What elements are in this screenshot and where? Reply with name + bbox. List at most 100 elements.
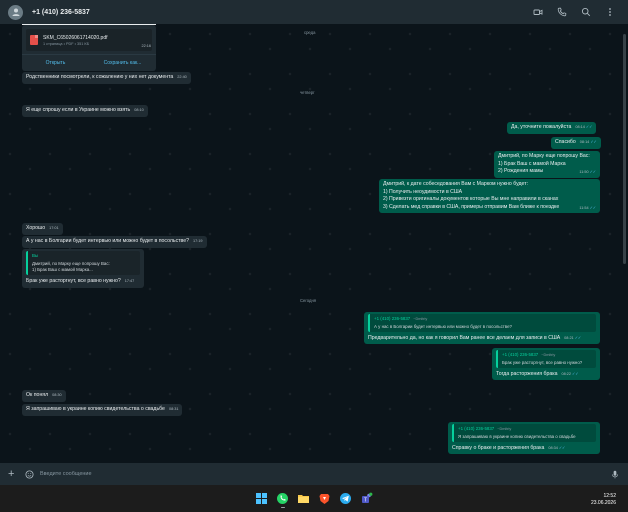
quote-text: 1) Брак Ваш с мамой Марка...	[32, 266, 93, 272]
microphone-icon[interactable]	[610, 469, 620, 479]
svg-text:T: T	[364, 498, 367, 504]
quote-sender: +1 (410) 236-5837	[502, 352, 539, 357]
message-text: Предварительно да, но как я говорил Вам …	[368, 334, 561, 341]
chat-header: +1 (410) 236-5837	[0, 0, 628, 24]
message-text: Тогда расторжения брака	[496, 370, 558, 377]
phone-icon[interactable]	[556, 6, 568, 18]
more-vertical-icon[interactable]	[604, 6, 616, 18]
incoming-message[interactable]: Родственники посмотрели, к сожалению у н…	[22, 72, 191, 84]
quote-text: А у нас в Болгарии будет интервью или мо…	[374, 323, 512, 329]
incoming-message[interactable]: Я запрашиваю в украине копию свидетельст…	[22, 404, 183, 416]
message-text: Я запрашиваю в украине копию свидетельст…	[26, 406, 165, 412]
day-separator: четверг	[300, 90, 315, 95]
read-tick-icon: ✓✓	[572, 371, 579, 376]
message-text: Спасибо	[555, 139, 576, 145]
message-line: Дмитрий, по Марку еще попрошу Вас:	[498, 153, 590, 159]
chat-area[interactable]: SKM_C65026061714020.pdf 1 страница • PDF…	[0, 24, 628, 463]
quoted-message[interactable]: Вы Дмитрий, по Марку еще попрошу Вас: 1)…	[26, 251, 140, 276]
incoming-message[interactable]: А у нас в Болгарии будет интервью или мо…	[22, 236, 207, 248]
incoming-message[interactable]: Хорошо 17:01	[22, 223, 63, 235]
brave-browser-icon[interactable]	[318, 492, 332, 506]
read-tick-icon: ✓✓	[558, 445, 566, 450]
outgoing-message[interactable]: +1 (410) 236-5837 ~Dmitriy А у нас в Болг…	[364, 312, 600, 345]
teams-icon[interactable]: T	[360, 492, 374, 506]
message-text: Родственники посмотрели, к сожалению у н…	[26, 74, 174, 80]
day-separator: среда	[304, 30, 316, 35]
message-time: 08:31	[168, 407, 179, 411]
message-time: 08:34	[548, 445, 558, 450]
outgoing-message[interactable]: Дмитрий, по Марку еще попрошу Вас: 1) Бр…	[494, 151, 600, 178]
outgoing-message[interactable]: Спасибо 08:14✓✓	[551, 137, 601, 149]
quote-sender: +1 (410) 236-5837	[374, 316, 411, 321]
quoted-message[interactable]: +1 (410) 236-5837 ~Dmitriy Я запрашиваю в…	[452, 424, 596, 442]
whatsapp-icon[interactable]	[276, 492, 290, 508]
message-text: Ок понял	[26, 392, 49, 398]
search-icon[interactable]	[580, 6, 592, 18]
outgoing-message[interactable]: +1 (410) 236-5837 ~Dmitriy Я запрашиваю в…	[448, 422, 600, 455]
message-time: 22:16	[141, 44, 151, 48]
quote-text: Брак уже расторгнут, все равно нужно?	[502, 359, 583, 365]
message-text: Справку о браке и расторжения брака	[452, 444, 545, 451]
chat-scrollbar[interactable]	[623, 34, 626, 264]
message-line: Дмитрий, к дате собеседования Вам с Марк…	[383, 181, 529, 187]
message-text: Брак уже расторгнут, все равно нужно?	[26, 278, 121, 285]
incoming-message[interactable]: Я еще спрошу если в Украине можно взять 0…	[22, 105, 148, 117]
contact-name[interactable]: +1 (410) 236-5837	[32, 9, 532, 16]
quote-sender-tag: ~Dmitriy	[541, 353, 556, 357]
message-time: 08:30	[52, 393, 62, 397]
quote-sender: +1 (410) 236-5837	[458, 426, 495, 431]
message-time: 11:54	[579, 205, 589, 210]
document-meta: 1 страница • PDF • 351 КБ	[43, 41, 90, 46]
message-input[interactable]	[40, 467, 610, 481]
message-time: 08:22	[561, 371, 572, 376]
quoted-message[interactable]: +1 (410) 236-5837 ~Dmitriy Брак уже расто…	[496, 350, 596, 368]
system-clock[interactable]: 12:52 23.06.2026	[591, 493, 616, 506]
outgoing-message[interactable]: Дмитрий, к дате собеседования Вам с Марк…	[379, 179, 600, 214]
message-time: 17:01	[49, 226, 59, 230]
message-time: 17:19	[193, 239, 203, 243]
outgoing-message[interactable]: +1 (410) 236-5837 ~Dmitriy Брак уже расто…	[492, 348, 600, 381]
save-as-button[interactable]: Сохранить как...	[89, 60, 156, 66]
incoming-message[interactable]: Ок понял 08:30	[22, 390, 66, 402]
clock-date: 23.06.2026	[590, 499, 616, 506]
message-line: 3) Сделать мед справки в США, примеры от…	[383, 203, 560, 210]
emoji-icon[interactable]	[24, 469, 34, 479]
outgoing-message[interactable]: Да, уточните пожалуйста 08:14✓✓	[507, 122, 597, 134]
contact-avatar[interactable]	[8, 4, 23, 20]
document-filename: SKM_C65026061714020.pdf	[43, 34, 108, 41]
message-text: Хорошо	[26, 225, 46, 231]
file-explorer-icon[interactable]	[297, 492, 311, 506]
running-indicator	[280, 506, 285, 508]
quoted-message[interactable]: +1 (410) 236-5837 ~Dmitriy А у нас в Болг…	[368, 314, 596, 332]
quote-sender: Вы	[32, 253, 39, 258]
attach-plus-icon[interactable]: +	[8, 469, 18, 480]
message-line: 1) Получить неоудимости в США	[383, 188, 463, 195]
os-taskbar: T 12:52 23.06.2026	[0, 485, 628, 512]
read-tick-icon: ✓✓	[574, 335, 582, 340]
message-time: 17:47	[124, 279, 135, 284]
pdf-file-icon	[30, 35, 38, 45]
windows-start-icon[interactable]	[255, 492, 269, 506]
quote-text: Я запрашиваю в украине копию свидетельст…	[458, 433, 576, 439]
day-separator: Сегодня	[300, 298, 317, 303]
message-text: Да, уточните пожалуйста	[511, 124, 572, 130]
quote-sender-tag: ~Dmitriy	[413, 317, 428, 321]
video-camera-icon[interactable]	[532, 6, 544, 18]
message-time: 11:50	[579, 170, 589, 175]
read-tick-icon: ✓✓	[589, 170, 596, 175]
message-time: 08:21	[564, 335, 574, 340]
document-preview[interactable]: SKM_C65026061714020.pdf 1 страница • PDF…	[26, 29, 152, 51]
message-time: 08:14	[579, 140, 590, 144]
telegram-icon[interactable]	[339, 492, 353, 506]
document-message[interactable]: SKM_C65026061714020.pdf 1 страница • PDF…	[22, 25, 156, 71]
message-line: 1) Брак Ваш с мамой Марка	[498, 160, 566, 167]
message-composer: +	[0, 463, 628, 485]
message-time: 08:14	[575, 125, 585, 129]
message-line: 2) Привезти оригиналы документов которые…	[383, 196, 559, 203]
quote-sender-tag: ~Dmitriy	[497, 427, 512, 431]
incoming-message[interactable]: Вы Дмитрий, по Марку еще попрошу Вас: 1)…	[22, 249, 144, 288]
open-document-button[interactable]: Открыть	[22, 60, 89, 66]
message-time: 22:40	[177, 75, 187, 79]
message-text: Я еще спрошу если в Украине можно взять	[26, 107, 131, 113]
message-text: А у нас в Болгарии будет интервью или мо…	[26, 238, 190, 244]
